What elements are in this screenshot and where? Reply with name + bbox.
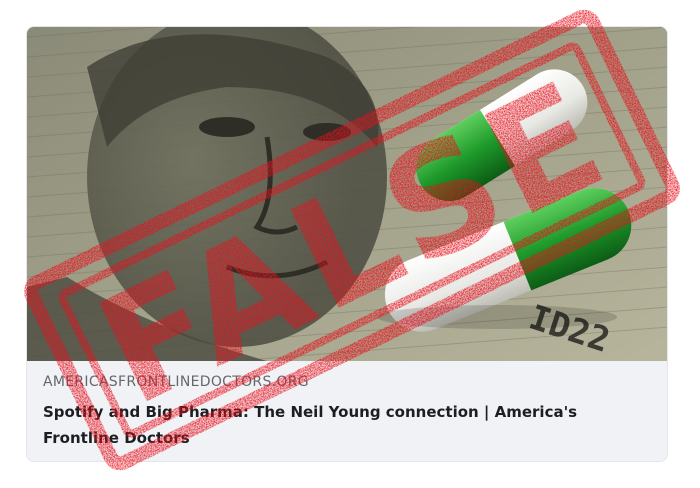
link-preview-meta: AMERICASFRONTLINEDOCTORS.ORG Spotify and… xyxy=(43,373,653,451)
link-title[interactable]: Spotify and Big Pharma: The Neil Young c… xyxy=(43,399,653,451)
preview-image[interactable]: ID22 xyxy=(27,27,667,361)
link-preview-card[interactable]: ID22 AMERICASFRONTLINEDOCTORS.ORG Spotif… xyxy=(26,26,668,462)
link-domain: AMERICASFRONTLINEDOCTORS.ORG xyxy=(43,374,309,390)
